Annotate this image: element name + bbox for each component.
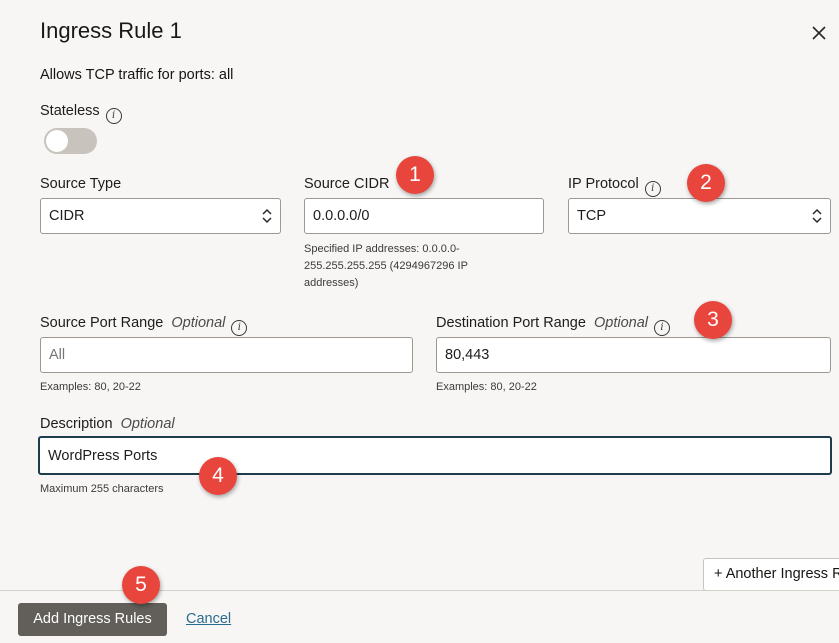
destination-port-range-help: Examples: 80, 20-22 [436, 381, 537, 393]
toggle-knob [46, 130, 68, 152]
info-icon[interactable]: i [644, 181, 661, 197]
info-icon[interactable]: i [231, 320, 248, 336]
add-ingress-rules-button[interactable]: Add Ingress Rules [18, 603, 167, 636]
cancel-link[interactable]: Cancel [186, 611, 231, 627]
optional-tag: Optional [171, 315, 226, 331]
select-arrows-icon [262, 208, 272, 224]
stateless-toggle[interactable] [44, 128, 97, 154]
select-arrows-icon [812, 208, 822, 224]
source-cidr-help-line: 255.255.255.255 (4294967296 IP [304, 260, 468, 272]
description-input[interactable] [38, 436, 832, 475]
stateless-label: Stateless i [40, 103, 122, 124]
stateless-label-text: Stateless [40, 103, 100, 119]
source-cidr-help-line: addresses) [304, 277, 359, 289]
destination-port-range-label: Destination Port Range Optional i [436, 315, 670, 336]
step-badge-1: 1 [396, 156, 434, 194]
another-ingress-rule-button[interactable]: + Another Ingress Rule [703, 558, 839, 591]
optional-tag: Optional [120, 416, 175, 432]
step-badge-5: 5 [122, 566, 160, 604]
ip-protocol-label-text: IP Protocol [568, 176, 639, 192]
ip-protocol-value: TCP [577, 208, 606, 224]
optional-tag: Optional [593, 315, 648, 331]
rule-summary: Allows TCP traffic for ports: all [40, 67, 234, 83]
close-icon[interactable] [808, 22, 830, 44]
source-cidr-help-line: Specified IP addresses: 0.0.0.0- [304, 243, 460, 255]
description-help: Maximum 255 characters [40, 483, 164, 495]
source-port-range-label-text: Source Port Range [40, 315, 164, 331]
step-badge-4: 4 [199, 457, 237, 495]
info-icon[interactable]: i [654, 320, 670, 336]
destination-port-range-input[interactable] [436, 337, 831, 373]
step-badge-3: 3 [694, 301, 732, 339]
source-cidr-input[interactable] [304, 198, 544, 234]
destination-port-range-label-text: Destination Port Range [436, 315, 586, 331]
description-label: Description Optional [40, 416, 175, 432]
step-badge-2: 2 [687, 164, 725, 202]
source-type-value: CIDR [49, 208, 85, 224]
source-port-range-label: Source Port Range Optional i [40, 315, 248, 336]
dialog-title: Ingress Rule 1 [40, 18, 182, 43]
ip-protocol-select[interactable]: TCP [568, 198, 831, 234]
source-type-label: Source Type [40, 176, 122, 192]
source-port-range-input[interactable] [40, 337, 413, 373]
source-cidr-help: Specified IP addresses: 0.0.0.0- 255.255… [304, 241, 468, 292]
description-label-text: Description [40, 416, 113, 432]
info-icon[interactable]: i [105, 108, 122, 124]
source-type-select[interactable]: CIDR [40, 198, 281, 234]
source-port-range-help: Examples: 80, 20-22 [40, 381, 141, 393]
ip-protocol-label: IP Protocol i [568, 176, 661, 197]
source-cidr-label: Source CIDR [304, 176, 390, 192]
